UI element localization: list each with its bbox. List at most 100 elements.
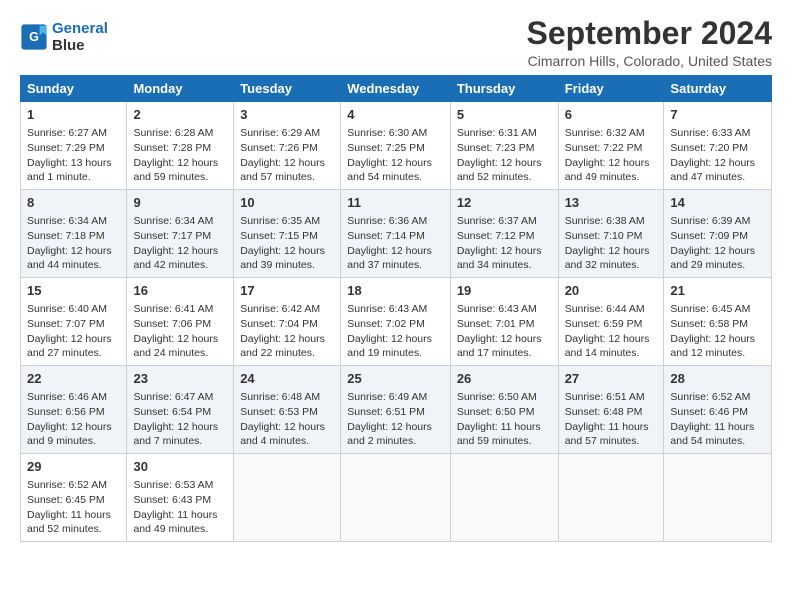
weekday-header-row: SundayMondayTuesdayWednesdayThursdayFrid… xyxy=(21,76,772,102)
day-cell: 16Sunrise: 6:41 AM Sunset: 7:06 PM Dayli… xyxy=(127,278,234,366)
week-row-2: 8 Sunrise: 6:34 AM Sunset: 7:18 PM Daylig… xyxy=(21,190,772,278)
day-info: Sunrise: 6:52 AM Sunset: 6:45 PM Dayligh… xyxy=(27,478,120,537)
calendar-table: SundayMondayTuesdayWednesdayThursdayFrid… xyxy=(20,75,772,542)
day-number: 22 xyxy=(27,370,120,388)
day-info: Sunrise: 6:42 AM Sunset: 7:04 PM Dayligh… xyxy=(240,302,334,361)
day-cell xyxy=(664,453,772,541)
day-number: 11 xyxy=(347,194,444,212)
day-number: 15 xyxy=(27,282,120,300)
day-number: 5 xyxy=(457,106,552,124)
day-cell: 5 Sunrise: 6:31 AM Sunset: 7:23 PM Daylig… xyxy=(450,102,558,190)
month-title: September 2024 xyxy=(527,16,772,51)
day-cell: 28 Sunrise: 6:52 AM Sunset: 6:46 PM Dayli… xyxy=(664,366,772,454)
day-number: 18 xyxy=(347,282,444,300)
day-cell xyxy=(558,453,664,541)
weekday-header-monday: Monday xyxy=(127,76,234,102)
day-info: Sunrise: 6:27 AM Sunset: 7:29 PM Dayligh… xyxy=(27,126,120,185)
day-number: 7 xyxy=(670,106,765,124)
day-cell: 1 Sunrise: 6:27 AM Sunset: 7:29 PM Daylig… xyxy=(21,102,127,190)
weekday-header-friday: Friday xyxy=(558,76,664,102)
day-number: 28 xyxy=(670,370,765,388)
subtitle: Cimarron Hills, Colorado, United States xyxy=(527,53,772,69)
day-info: Sunrise: 6:51 AM Sunset: 6:48 PM Dayligh… xyxy=(565,390,658,449)
week-row-4: 22 Sunrise: 6:46 AM Sunset: 6:56 PM Dayli… xyxy=(21,366,772,454)
day-number: 29 xyxy=(27,458,120,476)
day-cell: 10 Sunrise: 6:35 AM Sunset: 7:15 PM Dayli… xyxy=(234,190,341,278)
day-number: 4 xyxy=(347,106,444,124)
day-cell: 25Sunrise: 6:49 AM Sunset: 6:51 PM Dayli… xyxy=(341,366,451,454)
day-number: 3 xyxy=(240,106,334,124)
day-info: Sunrise: 6:50 AM Sunset: 6:50 PM Dayligh… xyxy=(457,390,552,449)
day-info: Sunrise: 6:33 AM Sunset: 7:20 PM Dayligh… xyxy=(670,126,765,185)
day-info: Sunrise: 6:44 AM Sunset: 6:59 PM Dayligh… xyxy=(565,302,658,361)
day-info: Sunrise: 6:43 AM Sunset: 7:02 PM Dayligh… xyxy=(347,302,444,361)
weekday-header-thursday: Thursday xyxy=(450,76,558,102)
day-cell: 26 Sunrise: 6:50 AM Sunset: 6:50 PM Dayli… xyxy=(450,366,558,454)
day-info: Sunrise: 6:52 AM Sunset: 6:46 PM Dayligh… xyxy=(670,390,765,449)
day-cell: 12Sunrise: 6:37 AM Sunset: 7:12 PM Dayli… xyxy=(450,190,558,278)
header: G General Blue September 2024 Cimarron H… xyxy=(20,16,772,69)
day-info: Sunrise: 6:35 AM Sunset: 7:15 PM Dayligh… xyxy=(240,214,334,273)
day-info: Sunrise: 6:36 AM Sunset: 7:14 PM Dayligh… xyxy=(347,214,444,273)
day-cell: 18 Sunrise: 6:43 AM Sunset: 7:02 PM Dayli… xyxy=(341,278,451,366)
weekday-header-sunday: Sunday xyxy=(21,76,127,102)
day-cell: 29 Sunrise: 6:52 AM Sunset: 6:45 PM Dayli… xyxy=(21,453,127,541)
day-cell: 6Sunrise: 6:32 AM Sunset: 7:22 PM Daylig… xyxy=(558,102,664,190)
day-cell xyxy=(450,453,558,541)
day-info: Sunrise: 6:40 AM Sunset: 7:07 PM Dayligh… xyxy=(27,302,120,361)
day-cell: 22 Sunrise: 6:46 AM Sunset: 6:56 PM Dayli… xyxy=(21,366,127,454)
day-cell: 7 Sunrise: 6:33 AM Sunset: 7:20 PM Daylig… xyxy=(664,102,772,190)
day-number: 27 xyxy=(565,370,658,388)
day-info: Sunrise: 6:37 AM Sunset: 7:12 PM Dayligh… xyxy=(457,214,552,273)
day-info: Sunrise: 6:31 AM Sunset: 7:23 PM Dayligh… xyxy=(457,126,552,185)
day-info: Sunrise: 6:28 AM Sunset: 7:28 PM Dayligh… xyxy=(133,126,227,185)
day-cell: 8 Sunrise: 6:34 AM Sunset: 7:18 PM Daylig… xyxy=(21,190,127,278)
day-number: 20 xyxy=(565,282,658,300)
day-number: 17 xyxy=(240,282,334,300)
title-block: September 2024 Cimarron Hills, Colorado,… xyxy=(527,16,772,69)
day-info: Sunrise: 6:39 AM Sunset: 7:09 PM Dayligh… xyxy=(670,214,765,273)
day-cell: 2 Sunrise: 6:28 AM Sunset: 7:28 PM Daylig… xyxy=(127,102,234,190)
day-number: 26 xyxy=(457,370,552,388)
logo: G General Blue xyxy=(20,20,108,54)
day-number: 24 xyxy=(240,370,334,388)
day-number: 14 xyxy=(670,194,765,212)
day-cell: 23Sunrise: 6:47 AM Sunset: 6:54 PM Dayli… xyxy=(127,366,234,454)
day-cell: 21Sunrise: 6:45 AM Sunset: 6:58 PM Dayli… xyxy=(664,278,772,366)
weekday-header-tuesday: Tuesday xyxy=(234,76,341,102)
page: G General Blue September 2024 Cimarron H… xyxy=(0,0,792,612)
logo-text: General Blue xyxy=(52,20,108,54)
day-number: 9 xyxy=(133,194,227,212)
day-info: Sunrise: 6:48 AM Sunset: 6:53 PM Dayligh… xyxy=(240,390,334,449)
day-cell: 11 Sunrise: 6:36 AM Sunset: 7:14 PM Dayli… xyxy=(341,190,451,278)
logo-icon: G xyxy=(20,23,48,51)
day-number: 1 xyxy=(27,106,120,124)
day-info: Sunrise: 6:41 AM Sunset: 7:06 PM Dayligh… xyxy=(133,302,227,361)
day-info: Sunrise: 6:34 AM Sunset: 7:18 PM Dayligh… xyxy=(27,214,120,273)
logo-line1: General xyxy=(52,20,108,37)
day-info: Sunrise: 6:45 AM Sunset: 6:58 PM Dayligh… xyxy=(670,302,765,361)
week-row-3: 15 Sunrise: 6:40 AM Sunset: 7:07 PM Dayli… xyxy=(21,278,772,366)
day-info: Sunrise: 6:30 AM Sunset: 7:25 PM Dayligh… xyxy=(347,126,444,185)
day-number: 10 xyxy=(240,194,334,212)
day-info: Sunrise: 6:43 AM Sunset: 7:01 PM Dayligh… xyxy=(457,302,552,361)
day-cell: 30Sunrise: 6:53 AM Sunset: 6:43 PM Dayli… xyxy=(127,453,234,541)
day-cell: 15 Sunrise: 6:40 AM Sunset: 7:07 PM Dayli… xyxy=(21,278,127,366)
day-info: Sunrise: 6:46 AM Sunset: 6:56 PM Dayligh… xyxy=(27,390,120,449)
day-number: 13 xyxy=(565,194,658,212)
day-info: Sunrise: 6:49 AM Sunset: 6:51 PM Dayligh… xyxy=(347,390,444,449)
day-cell xyxy=(234,453,341,541)
day-cell: 20 Sunrise: 6:44 AM Sunset: 6:59 PM Dayli… xyxy=(558,278,664,366)
day-cell: 24 Sunrise: 6:48 AM Sunset: 6:53 PM Dayli… xyxy=(234,366,341,454)
day-number: 8 xyxy=(27,194,120,212)
day-info: Sunrise: 6:38 AM Sunset: 7:10 PM Dayligh… xyxy=(565,214,658,273)
weekday-header-wednesday: Wednesday xyxy=(341,76,451,102)
day-cell: 19Sunrise: 6:43 AM Sunset: 7:01 PM Dayli… xyxy=(450,278,558,366)
week-row-5: 29 Sunrise: 6:52 AM Sunset: 6:45 PM Dayli… xyxy=(21,453,772,541)
day-cell: 9Sunrise: 6:34 AM Sunset: 7:17 PM Daylig… xyxy=(127,190,234,278)
day-number: 2 xyxy=(133,106,227,124)
day-cell: 4 Sunrise: 6:30 AM Sunset: 7:25 PM Daylig… xyxy=(341,102,451,190)
day-number: 23 xyxy=(133,370,227,388)
day-cell: 13 Sunrise: 6:38 AM Sunset: 7:10 PM Dayli… xyxy=(558,190,664,278)
day-cell xyxy=(341,453,451,541)
